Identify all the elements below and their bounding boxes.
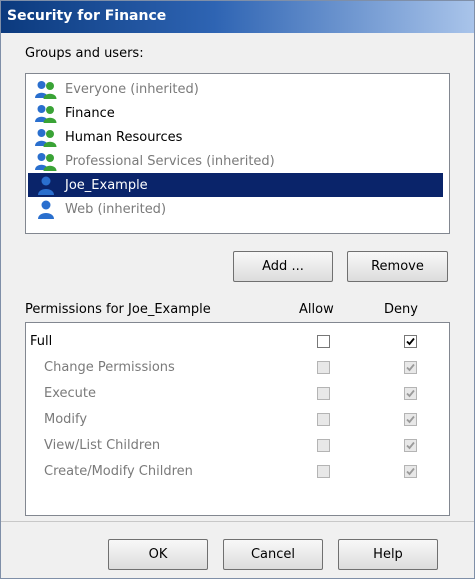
allow-checkbox: [317, 439, 330, 452]
dialog-title: Security for Finance: [7, 8, 167, 24]
security-dialog: Security for Finance Groups and users: E…: [0, 0, 475, 579]
deny-checkbox: [404, 387, 417, 400]
permission-label: Modify: [44, 412, 88, 427]
group-icon: [35, 79, 57, 99]
allow-checkbox: [317, 361, 330, 374]
list-item[interactable]: Web (inherited): [28, 197, 443, 221]
ok-button[interactable]: OK: [108, 539, 208, 570]
list-item-label: Web (inherited): [65, 201, 167, 217]
deny-checkbox: [404, 413, 417, 426]
list-item-label: Finance: [65, 105, 115, 121]
allow-checkbox[interactable]: [317, 335, 330, 348]
deny-checkbox: [404, 439, 417, 452]
user-icon: [35, 199, 57, 219]
list-item[interactable]: Professional Services (inherited): [28, 149, 443, 173]
user-icon: [35, 175, 57, 195]
deny-checkbox: [404, 361, 417, 374]
permission-row: Change Permissions: [26, 357, 449, 379]
allow-checkbox: [317, 387, 330, 400]
deny-checkbox[interactable]: [404, 335, 417, 348]
list-item[interactable]: Human Resources: [28, 125, 443, 149]
permission-row: Execute: [26, 383, 449, 405]
groups-users-label: Groups and users:: [25, 46, 144, 61]
list-item[interactable]: Joe_Example: [28, 173, 443, 197]
list-item-label: Human Resources: [65, 129, 183, 145]
help-button[interactable]: Help: [338, 539, 438, 570]
allow-column-header: Allow: [299, 302, 334, 317]
permission-label: Change Permissions: [44, 360, 175, 375]
group-icon: [35, 103, 57, 123]
list-item-label: Joe_Example: [65, 177, 148, 193]
list-item-label: Everyone (inherited): [65, 81, 199, 97]
deny-checkbox: [404, 465, 417, 478]
group-icon: [35, 127, 57, 147]
list-item[interactable]: Everyone (inherited): [28, 77, 443, 101]
deny-column-header: Deny: [384, 302, 418, 317]
title-bar: Security for Finance: [1, 1, 474, 33]
permission-label: Full: [30, 334, 53, 349]
footer-divider: [1, 521, 474, 522]
allow-checkbox: [317, 465, 330, 478]
permission-row: View/List Children: [26, 435, 449, 457]
permission-label: Execute: [44, 386, 96, 401]
permission-label: View/List Children: [44, 438, 161, 453]
group-icon: [35, 151, 57, 171]
list-item[interactable]: Finance: [28, 101, 443, 125]
permissions-for-label: Permissions for Joe_Example: [25, 302, 211, 317]
add-button[interactable]: Add ...: [233, 251, 333, 282]
permission-row: Modify: [26, 409, 449, 431]
groups-users-list[interactable]: Everyone (inherited) Finance Human Resou…: [25, 73, 450, 234]
list-item-label: Professional Services (inherited): [65, 153, 275, 169]
allow-checkbox: [317, 413, 330, 426]
permission-row: Full: [26, 331, 449, 353]
remove-button[interactable]: Remove: [347, 251, 448, 282]
cancel-button[interactable]: Cancel: [223, 539, 323, 570]
permission-label: Create/Modify Children: [44, 464, 193, 479]
permission-row: Create/Modify Children: [26, 461, 449, 483]
permissions-list: Full Change Permissions Execute Modify V…: [25, 322, 450, 516]
